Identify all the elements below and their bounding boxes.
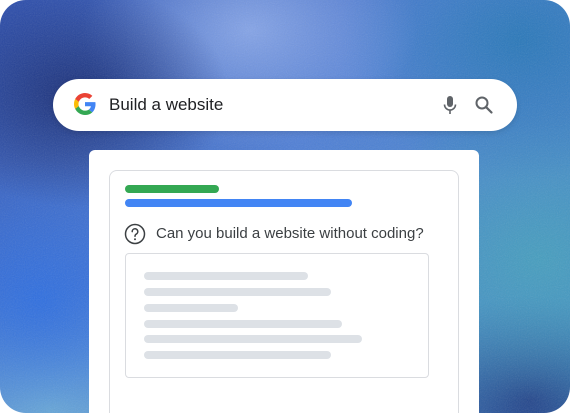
answer-placeholder-line — [144, 304, 238, 312]
magnifier-icon[interactable] — [474, 95, 494, 115]
google-g-logo-icon — [74, 93, 96, 115]
answer-placeholder-line — [144, 351, 331, 359]
answer-placeholder-line — [144, 335, 362, 343]
answer-placeholder-line — [144, 288, 331, 296]
answer-placeholder-line — [144, 320, 342, 328]
question-circle-icon[interactable] — [124, 223, 146, 245]
microphone-icon[interactable] — [441, 95, 459, 115]
answer-placeholder-line — [144, 272, 308, 280]
link-placeholder-bar — [125, 199, 352, 207]
search-input[interactable]: Build a website — [109, 94, 223, 116]
title-placeholder-bar — [125, 185, 219, 193]
question-text[interactable]: Can you build a website without coding? — [156, 224, 424, 244]
